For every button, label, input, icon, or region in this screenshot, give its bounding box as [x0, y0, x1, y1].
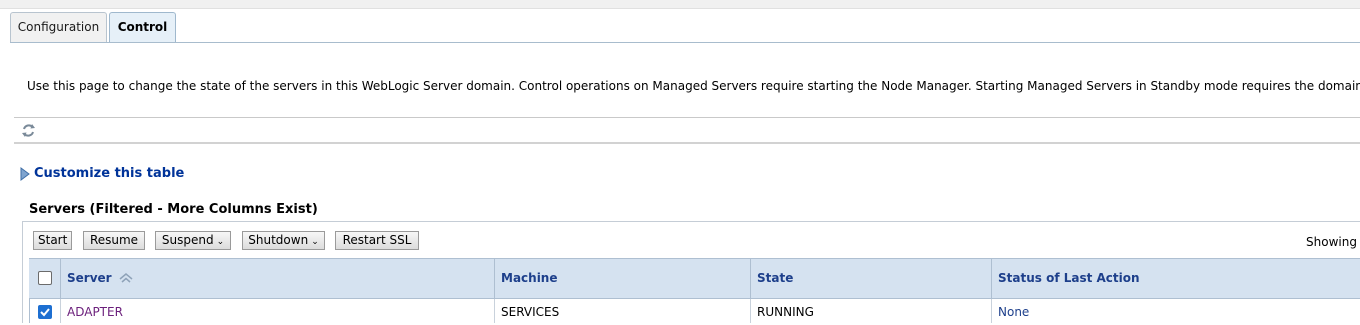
restart-ssl-button[interactable]: Restart SSL	[335, 231, 419, 250]
table-title: Servers (Filtered - More Columns Exist)	[29, 202, 318, 217]
sort-ascending-icon	[119, 272, 133, 286]
header-select-cell	[29, 259, 61, 298]
column-header-status[interactable]: Status of Last Action	[992, 259, 1360, 298]
column-header-machine[interactable]: Machine	[495, 259, 751, 298]
column-header-server[interactable]: Server	[61, 259, 495, 298]
customize-table-label: Customize this table	[34, 166, 185, 181]
pagination-showing: Showing	[1306, 235, 1357, 249]
tab-control[interactable]: Control	[109, 12, 176, 42]
column-label-server: Server	[67, 271, 112, 285]
row-select-cell	[30, 299, 61, 323]
shutdown-button-label: Shutdown	[248, 233, 309, 247]
state-cell: RUNNING	[751, 299, 992, 323]
page-description: Use this page to change the state of the…	[27, 79, 1360, 93]
table-header: Server Machine State Status of Last Acti…	[29, 258, 1360, 299]
machine-cell: SERVICES	[495, 299, 751, 323]
refresh-bar	[14, 117, 1360, 144]
tab-divider	[10, 42, 1360, 43]
suspend-button[interactable]: Suspend ⌄	[155, 231, 231, 250]
table-row: ADAPTER SERVICES RUNNING None	[29, 299, 1360, 323]
chevron-down-icon: ⌄	[311, 237, 319, 247]
column-header-state[interactable]: State	[751, 259, 992, 298]
triangle-right-icon	[20, 167, 30, 181]
tab-configuration[interactable]: Configuration	[10, 12, 107, 42]
status-link[interactable]: None	[992, 299, 1360, 323]
start-button[interactable]: Start	[33, 231, 72, 250]
shutdown-button[interactable]: Shutdown ⌄	[242, 231, 325, 250]
suspend-button-label: Suspend	[161, 233, 214, 247]
chevron-down-icon: ⌄	[216, 237, 225, 247]
resume-button[interactable]: Resume	[83, 231, 145, 250]
row-checkbox[interactable]	[38, 305, 52, 319]
refresh-icon[interactable]	[21, 123, 36, 138]
server-name-link[interactable]: ADAPTER	[61, 299, 495, 323]
select-all-checkbox[interactable]	[38, 271, 52, 285]
top-strip	[0, 0, 1360, 9]
